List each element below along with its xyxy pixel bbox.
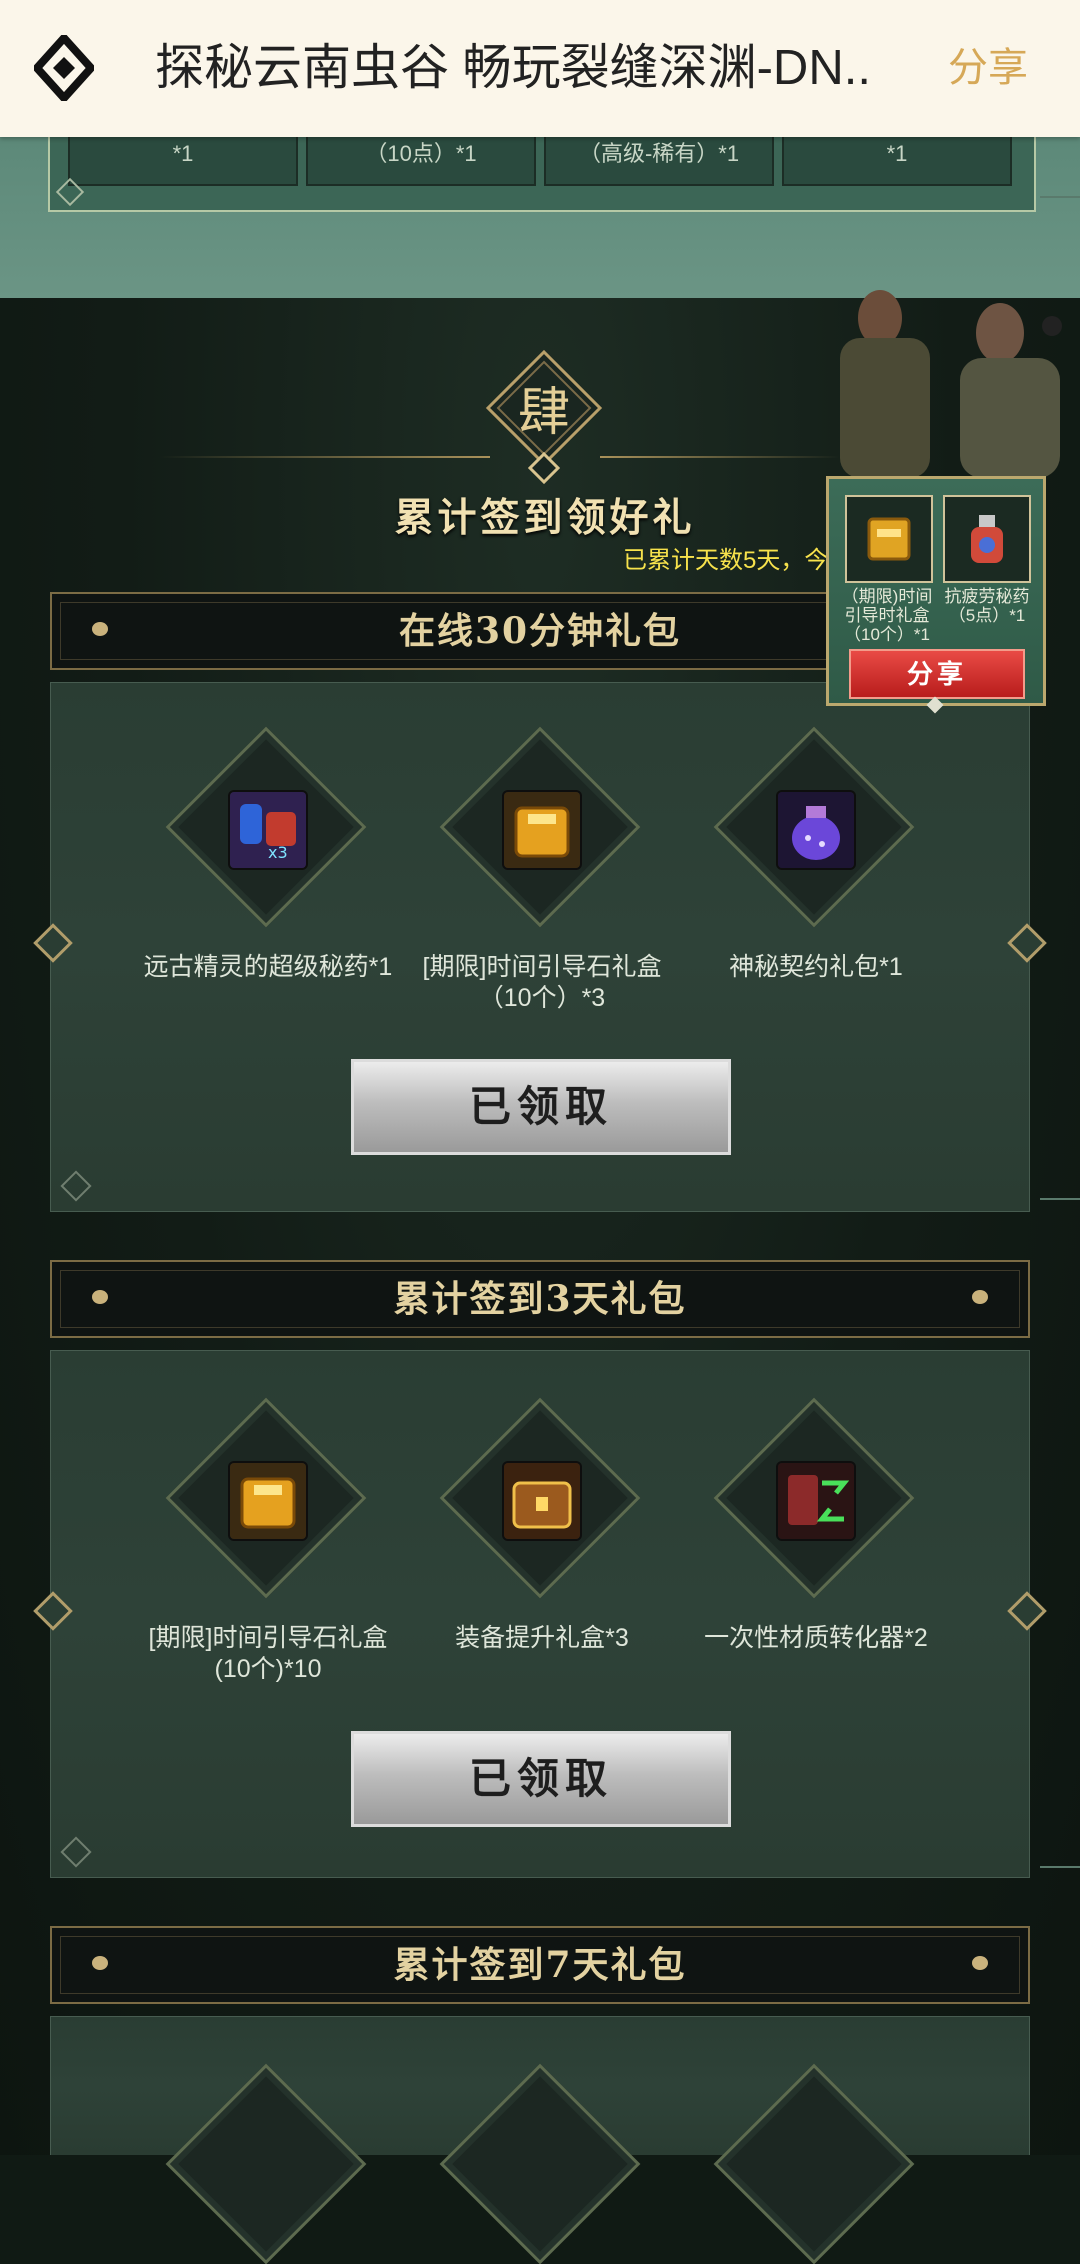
small-diamond-icon xyxy=(528,452,560,484)
item-frame xyxy=(439,2063,641,2264)
popup-item-slot[interactable] xyxy=(845,495,933,583)
reward-preview-popup: （期限)时间引导时礼盒（10个）*1 抗疲劳秘药（5点）*1 分享 xyxy=(826,476,1046,714)
divider xyxy=(1040,196,1080,198)
section-title: 累计签到领好礼 xyxy=(394,495,696,541)
package-title: 累计签到3天礼包 xyxy=(393,1278,687,1320)
potion-icon xyxy=(971,515,1003,563)
gold-box-icon xyxy=(504,792,580,868)
title-ornament-line xyxy=(160,456,490,458)
reward-cell: （高级-稀有）*1 xyxy=(544,132,774,186)
package-title: 累计签到7天礼包 xyxy=(393,1944,687,1986)
package-header: 累计签到7天礼包 xyxy=(50,1926,1030,2004)
gold-box-icon xyxy=(230,1463,306,1539)
reward-item-name: 一次性材质转化器*2 xyxy=(704,1624,928,1652)
divider xyxy=(1040,1866,1080,1868)
package-body: [期限]时间引导石礼盒 (10个)*10 装备提升礼盒*3 一次性材质转化器*2… xyxy=(33,1350,1047,1878)
item-frame xyxy=(165,2063,367,2264)
exp-potion-icon: x3 xyxy=(230,792,306,868)
popup-share-button[interactable]: 分享 xyxy=(849,649,1025,699)
gold-box-icon xyxy=(867,517,911,561)
character-artwork xyxy=(840,290,1062,478)
claimed-button[interactable]: 已领取 xyxy=(351,1059,731,1155)
claimed-button[interactable]: 已领取 xyxy=(351,1731,731,1827)
treasure-chest-icon xyxy=(504,1463,580,1539)
reward-item-name: 神秘契约礼包*1 xyxy=(729,953,903,981)
reward-cell: *1 xyxy=(68,132,298,186)
app-logo-icon[interactable] xyxy=(34,35,94,101)
app-header: 探秘云南虫谷 畅玩裂缝深渊-DN.. 分享 xyxy=(0,0,1080,137)
popup-item-name: 抗疲劳秘药（5点）*1 xyxy=(944,587,1030,625)
page-title: 探秘云南虫谷 畅玩裂缝深渊-DN.. xyxy=(155,41,871,95)
popup-item-name: （期限)时间引导时礼盒（10个）*1 xyxy=(841,587,933,644)
package-header: 累计签到3天礼包 xyxy=(50,1260,1030,1338)
reward-item-name: 装备提升礼盒*3 xyxy=(455,1624,629,1652)
reward-item-name: [期限]时间引导石礼盒 (10个)*10 xyxy=(148,1624,388,1683)
divider xyxy=(1040,1198,1080,1200)
purple-bag-icon xyxy=(778,792,854,868)
svg-text:x3: x3 xyxy=(268,843,288,862)
corner-ornament xyxy=(60,1836,92,1868)
header-share-button[interactable]: 分享 xyxy=(948,44,1028,92)
reward-cell: *1 xyxy=(782,132,1012,186)
reward-item-name: 远古精灵的超级秘药*1 xyxy=(143,953,393,981)
item-frame xyxy=(713,2063,915,2264)
converter-icon xyxy=(778,1463,854,1539)
package-body: x3 远古精灵的超级秘药*1 [期限]时间引导石礼盒（10个）*3 神秘契约礼包… xyxy=(33,682,1047,1212)
reward-item-name: [期限]时间引导石礼盒（10个）*3 xyxy=(422,953,662,1012)
sign-in-count-text: 已累计天数5天，今 xyxy=(623,547,829,574)
popup-item-slot[interactable] xyxy=(943,495,1031,583)
corner-ornament xyxy=(60,1170,92,1202)
package-body xyxy=(50,2016,1030,2264)
emblem-character: 肆 xyxy=(517,383,570,443)
reward-cell: （10点）*1 xyxy=(306,132,536,186)
